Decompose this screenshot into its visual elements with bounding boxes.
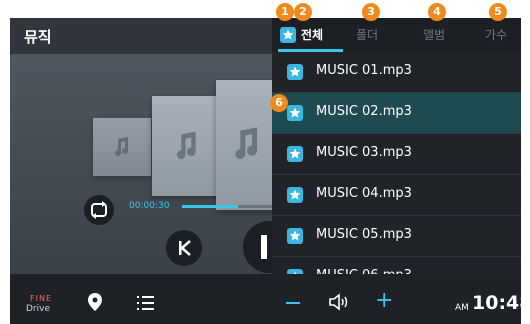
music-note-icon bbox=[176, 131, 196, 159]
player-panel: 뮤직 00:00:30 bbox=[10, 18, 295, 274]
repeat-button[interactable] bbox=[84, 195, 114, 225]
tab-folder[interactable]: 폴더 bbox=[356, 26, 378, 43]
device-screen: 뮤직 00:00:30 전체 폴더 앨범 가수 MUSIC 01.mp3 MUS… bbox=[10, 18, 521, 324]
star-icon bbox=[287, 146, 303, 162]
annotation-badge: 3 bbox=[362, 3, 380, 21]
title-bar: 뮤직 bbox=[10, 18, 272, 54]
am-pm-label: AM bbox=[455, 303, 469, 313]
star-icon bbox=[287, 187, 303, 203]
star-icon bbox=[287, 64, 303, 80]
annotation-badge: 2 bbox=[294, 3, 312, 21]
list-panel: 전체 폴더 앨범 가수 MUSIC 01.mp3 MUSIC 02.mp3 MU… bbox=[272, 18, 521, 285]
list-item-label: MUSIC 02.mp3 bbox=[316, 104, 412, 119]
list-item-label: MUSIC 05.mp3 bbox=[316, 227, 412, 242]
star-icon bbox=[287, 105, 303, 121]
page-title: 뮤직 bbox=[24, 28, 52, 46]
menu-list-icon[interactable] bbox=[137, 295, 155, 311]
bottom-bar: FINE Drive + AM 10:48 bbox=[10, 274, 521, 324]
annotation-badge: 5 bbox=[489, 3, 507, 21]
tab-album[interactable]: 앨범 bbox=[423, 26, 445, 43]
finedrive-logo[interactable]: FINE Drive bbox=[26, 294, 66, 316]
star-icon bbox=[287, 228, 303, 244]
volume-minus-icon[interactable] bbox=[286, 302, 300, 304]
album-art bbox=[216, 80, 276, 210]
list-item[interactable]: MUSIC 03.mp3 bbox=[272, 134, 521, 175]
album-art bbox=[152, 96, 222, 196]
list-item[interactable]: MUSIC 01.mp3 bbox=[272, 52, 521, 93]
annotation-badge: 1 bbox=[276, 3, 294, 21]
list-item-label: MUSIC 01.mp3 bbox=[316, 63, 412, 78]
volume-plus-icon[interactable]: + bbox=[375, 289, 393, 313]
list-item-selected[interactable]: MUSIC 02.mp3 bbox=[272, 93, 521, 134]
list-item[interactable]: MUSIC 04.mp3 bbox=[272, 175, 521, 216]
tab-bar: 전체 폴더 앨범 가수 bbox=[272, 18, 521, 52]
list-item-label: MUSIC 03.mp3 bbox=[316, 145, 412, 160]
progress-fill bbox=[182, 205, 238, 208]
music-note-icon bbox=[235, 127, 257, 159]
previous-icon bbox=[179, 240, 191, 256]
list-item-label: MUSIC 04.mp3 bbox=[316, 186, 412, 201]
list-item[interactable]: MUSIC 05.mp3 bbox=[272, 216, 521, 257]
tab-all[interactable]: 전체 bbox=[301, 26, 323, 43]
clock: 10:48 bbox=[472, 292, 521, 314]
elapsed-time: 00:00:30 bbox=[129, 201, 170, 211]
location-pin-icon[interactable] bbox=[88, 293, 102, 311]
speaker-icon[interactable] bbox=[328, 292, 350, 312]
star-icon bbox=[280, 27, 296, 43]
tab-artist[interactable]: 가수 bbox=[485, 26, 507, 43]
album-art bbox=[93, 118, 151, 176]
annotation-badge: 6 bbox=[270, 94, 288, 112]
previous-button[interactable] bbox=[166, 230, 202, 266]
annotation-badge: 4 bbox=[428, 3, 446, 21]
logo-top-text: FINE bbox=[30, 294, 52, 303]
repeat-icon bbox=[91, 201, 107, 219]
logo-bottom-text: Drive bbox=[26, 304, 50, 314]
music-note-icon bbox=[115, 137, 128, 156]
